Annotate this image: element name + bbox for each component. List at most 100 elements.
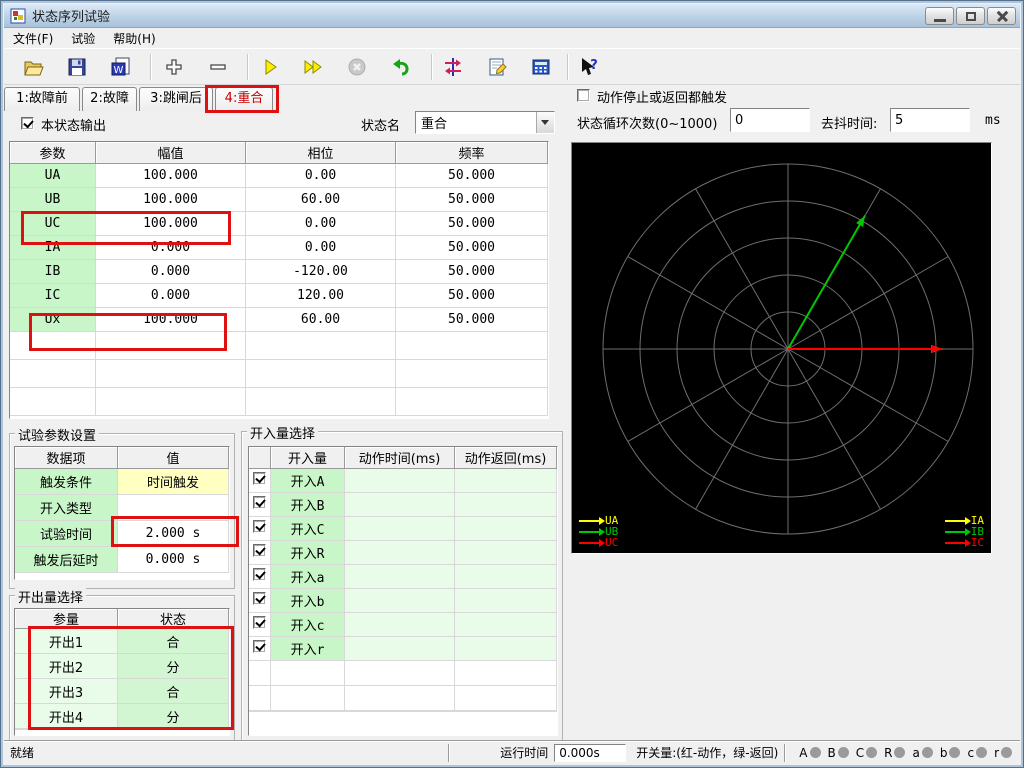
amp-cell[interactable]: 100.000: [96, 164, 246, 188]
output-state[interactable]: 合: [118, 679, 229, 704]
dataitem-value[interactable]: [118, 495, 229, 521]
tab-reclose[interactable]: 4:重合: [215, 87, 273, 111]
save-button[interactable]: [63, 53, 91, 81]
phase-cell[interactable]: 60.00: [246, 188, 396, 212]
calculator-button[interactable]: [527, 53, 555, 81]
input-checkbox[interactable]: [253, 472, 266, 485]
action-return-cell: [455, 637, 557, 661]
dataitem-value[interactable]: 0.000 s: [118, 547, 229, 573]
param-name: IC: [10, 284, 96, 308]
action-trigger-label: 动作停止或返回都触发: [597, 87, 727, 106]
input-select-group: 开入量选择 开入量 动作时间(ms) 动作返回(ms) 开入A: [241, 431, 563, 741]
switch-indicator-dot: [922, 747, 933, 758]
menu-test[interactable]: 试验: [62, 28, 104, 49]
tab-posttrip[interactable]: 3:跳闸后: [139, 87, 213, 111]
undo-button[interactable]: [387, 53, 415, 81]
context-help-button[interactable]: ?: [575, 53, 603, 81]
table-row-empty: [10, 388, 548, 416]
dataitem-value[interactable]: 2.000 s: [118, 521, 229, 547]
input-checkbox[interactable]: [253, 544, 266, 557]
amp-cell[interactable]: 100.000: [96, 308, 246, 332]
phase-cell[interactable]: 0.00: [246, 236, 396, 260]
amp-cell[interactable]: 0.000: [96, 284, 246, 308]
maximize-icon: [966, 12, 976, 21]
table-row: IC 0.000 120.00 50.000: [10, 284, 548, 308]
input-checkbox[interactable]: [253, 520, 266, 533]
phasor-chart: [572, 143, 991, 553]
freq-cell[interactable]: 50.000: [396, 212, 548, 236]
switch-indicator-dot: [838, 747, 849, 758]
input-checkbox[interactable]: [253, 616, 266, 629]
freq-cell[interactable]: 50.000: [396, 284, 548, 308]
freq-cell[interactable]: 50.000: [396, 188, 548, 212]
amp-cell[interactable]: 100.000: [96, 212, 246, 236]
report-button[interactable]: [483, 53, 511, 81]
col-header-check: [249, 447, 271, 469]
close-button[interactable]: [987, 7, 1016, 25]
amp-cell[interactable]: 0.000: [96, 236, 246, 260]
runtime-label: 运行时间: [500, 744, 548, 761]
freq-cell[interactable]: 50.000: [396, 164, 548, 188]
minimize-button[interactable]: [925, 7, 954, 25]
phase-cell[interactable]: -120.00: [246, 260, 396, 284]
output-state[interactable]: 合: [118, 629, 229, 654]
sync-button[interactable]: [439, 53, 467, 81]
switch-indicator: C: [856, 746, 877, 760]
loop-count-input[interactable]: [730, 108, 810, 132]
stop-button[interactable]: [343, 53, 371, 81]
freq-cell[interactable]: 50.000: [396, 308, 548, 332]
input-checkbox[interactable]: [253, 640, 266, 653]
state-name-combo[interactable]: 重合: [415, 111, 555, 134]
amp-cell[interactable]: 0.000: [96, 260, 246, 284]
state-output-checkbox[interactable]: [21, 117, 34, 130]
switch-indicator-panel: A B C R a b c r: [792, 746, 1012, 760]
dataitem-value[interactable]: 时间触发: [118, 469, 229, 495]
amp-cell[interactable]: 100.000: [96, 188, 246, 212]
switch-indicator-dot: [976, 747, 987, 758]
debounce-input[interactable]: [890, 108, 970, 132]
input-checkbox[interactable]: [253, 592, 266, 605]
table-row-empty: [10, 360, 548, 388]
tab-prefault[interactable]: 1:故障前: [4, 87, 80, 111]
tab-fault[interactable]: 2:故障: [82, 87, 137, 111]
phase-cell[interactable]: 120.00: [246, 284, 396, 308]
toolbar-separator: [567, 54, 569, 80]
add-state-button[interactable]: [160, 53, 188, 81]
app-icon: [10, 8, 26, 24]
output-state[interactable]: 分: [118, 704, 229, 729]
col-header-value: 值: [118, 447, 229, 469]
action-trigger-checkbox[interactable]: [577, 89, 590, 102]
test-params-title: 试验参数设置: [15, 425, 99, 444]
chevron-down-icon[interactable]: [536, 112, 554, 133]
output-name: 开出1: [15, 629, 118, 654]
freq-cell[interactable]: 50.000: [396, 236, 548, 260]
phase-cell[interactable]: 0.00: [246, 164, 396, 188]
menu-file[interactable]: 文件(F): [4, 28, 62, 49]
legend-arrow-icon: [945, 531, 969, 533]
phase-cell[interactable]: 60.00: [246, 308, 396, 332]
remove-state-button[interactable]: [204, 53, 232, 81]
legend-arrow-icon: [945, 520, 969, 522]
phase-cell[interactable]: 0.00: [246, 212, 396, 236]
output-state[interactable]: 分: [118, 654, 229, 679]
table-row: 开出3 合: [15, 679, 229, 704]
state-name-label: 状态名: [361, 115, 400, 134]
param-name: Ux: [10, 308, 96, 332]
switch-indicator: R: [884, 746, 905, 760]
param-name: UA: [10, 164, 96, 188]
input-checkbox[interactable]: [253, 496, 266, 509]
run-continuous-button[interactable]: [299, 53, 327, 81]
run-button[interactable]: [256, 53, 284, 81]
dataitem-name: 试验时间: [15, 521, 118, 547]
maximize-button[interactable]: [956, 7, 985, 25]
word-doc-icon: W: [110, 56, 132, 78]
switch-indicator: r: [994, 746, 1012, 760]
svg-text:?: ?: [590, 58, 598, 73]
freq-cell[interactable]: 50.000: [396, 260, 548, 284]
open-button[interactable]: [19, 53, 47, 81]
action-return-cell: [455, 613, 557, 637]
menu-help[interactable]: 帮助(H): [104, 28, 164, 49]
input-checkbox[interactable]: [253, 568, 266, 581]
switch-indicator: B: [828, 746, 849, 760]
export-word-button[interactable]: W: [107, 53, 135, 81]
